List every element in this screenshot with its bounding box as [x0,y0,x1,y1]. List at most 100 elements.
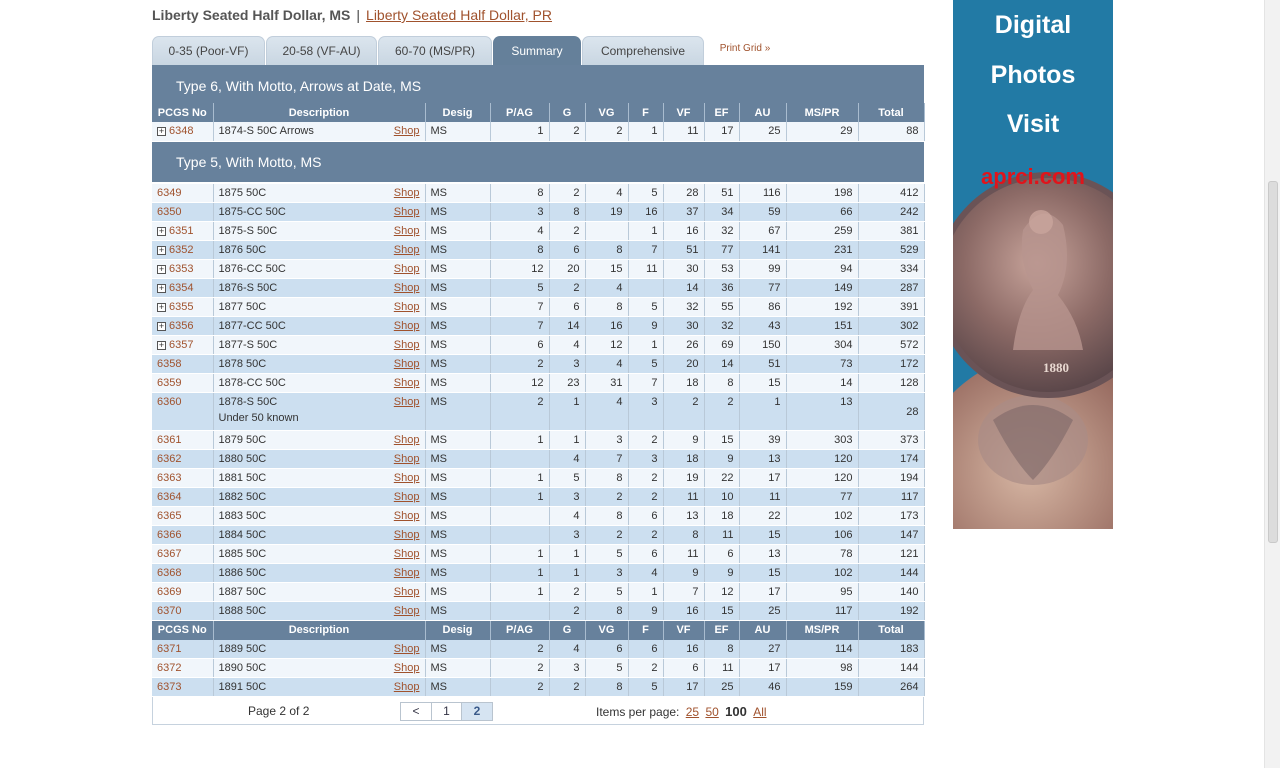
pcgs-number-link[interactable]: 6370 [157,605,181,617]
expand-icon[interactable]: + [157,302,166,312]
shop-link[interactable]: Shop [394,377,420,389]
pcgs-number-link[interactable]: 6372 [157,662,181,674]
pcgs-number-link[interactable]: 6358 [157,358,181,370]
shop-link[interactable]: Shop [394,472,420,484]
tab-ms-pr[interactable]: 60-70 (MS/PR) [378,36,492,65]
pcgs-number-link[interactable]: 6348 [169,125,193,137]
items-50-link[interactable]: 50 [705,705,718,719]
pcgs-number-cell[interactable]: 6373 [152,677,214,697]
pcgs-number-cell[interactable]: +6352 [152,240,214,260]
pcgs-number-link[interactable]: 6363 [157,472,181,484]
pcgs-number-cell[interactable]: 6359 [152,373,214,393]
pcgs-number-cell[interactable]: 6365 [152,506,214,526]
advertisement-banner[interactable]: Digital Photos Visit aprci.com 1880 [953,0,1113,529]
pcgs-number-cell[interactable]: +6353 [152,259,214,279]
pcgs-number-cell[interactable]: 6358 [152,354,214,374]
pcgs-number-cell[interactable]: +6356 [152,316,214,336]
pcgs-number-link[interactable]: 6366 [157,529,181,541]
pcgs-number-link[interactable]: 6350 [157,206,181,218]
vertical-scrollbar[interactable] [1264,0,1280,768]
pcgs-number-link[interactable]: 6353 [169,263,193,275]
expand-icon[interactable]: + [157,283,166,293]
pcgs-number-cell[interactable]: +6354 [152,278,214,298]
tab-comprehensive[interactable]: Comprehensive [582,36,704,65]
tab-summary[interactable]: Summary [493,36,581,65]
pcgs-number-link[interactable]: 6349 [157,187,181,199]
pcgs-number-link[interactable]: 6368 [157,567,181,579]
pcgs-number-link[interactable]: 6365 [157,510,181,522]
pcgs-number-cell[interactable]: +6357 [152,335,214,355]
shop-link[interactable]: Shop [394,206,420,218]
pcgs-number-cell[interactable]: 6360 [152,392,214,431]
shop-link[interactable]: Shop [394,187,420,199]
shop-link[interactable]: Shop [394,125,420,137]
proof-link[interactable]: Liberty Seated Half Dollar, PR [366,7,552,23]
shop-link[interactable]: Shop [394,453,420,465]
pcgs-number-cell[interactable]: +6355 [152,297,214,317]
prev-page-button[interactable]: < [400,702,432,721]
pcgs-number-link[interactable]: 6361 [157,434,181,446]
shop-link[interactable]: Shop [394,339,420,351]
pcgs-number-link[interactable]: 6357 [169,339,193,351]
pcgs-number-link[interactable]: 6373 [157,681,181,693]
page-1-button[interactable]: 1 [431,702,462,721]
shop-link[interactable]: Shop [394,548,420,560]
shop-link[interactable]: Shop [394,434,420,446]
pcgs-number-cell[interactable]: 6371 [152,639,214,659]
shop-link[interactable]: Shop [394,396,420,408]
pcgs-number-link[interactable]: 6362 [157,453,181,465]
shop-link[interactable]: Shop [394,510,420,522]
pcgs-number-cell[interactable]: 6349 [152,183,214,203]
pcgs-number-link[interactable]: 6364 [157,491,181,503]
pcgs-number-cell[interactable]: 6368 [152,563,214,583]
shop-link[interactable]: Shop [394,662,420,674]
shop-link[interactable]: Shop [394,225,420,237]
pcgs-number-cell[interactable]: +6351 [152,221,214,241]
pcgs-number-cell[interactable]: 6350 [152,202,214,222]
expand-icon[interactable]: + [157,321,166,331]
items-25-link[interactable]: 25 [686,705,699,719]
expand-icon[interactable]: + [157,264,166,274]
pcgs-number-link[interactable]: 6369 [157,586,181,598]
pcgs-number-link[interactable]: 6359 [157,377,181,389]
print-grid-link[interactable]: Print Grid » [707,36,783,65]
pcgs-number-link[interactable]: 6371 [157,643,181,655]
shop-link[interactable]: Shop [394,244,420,256]
shop-link[interactable]: Shop [394,491,420,503]
shop-link[interactable]: Shop [394,358,420,370]
items-all-link[interactable]: All [753,705,766,719]
pcgs-number-cell[interactable]: 6367 [152,544,214,564]
pcgs-number-link[interactable]: 6352 [169,244,193,256]
expand-icon[interactable]: + [157,126,166,136]
pcgs-number-cell[interactable]: 6362 [152,449,214,469]
pcgs-number-cell[interactable]: +6348 [152,122,214,142]
pcgs-number-cell[interactable]: 6372 [152,658,214,678]
shop-link[interactable]: Shop [394,586,420,598]
expand-icon[interactable]: + [157,340,166,350]
page-2-button[interactable]: 2 [461,702,493,721]
pcgs-number-link[interactable]: 6356 [169,320,193,332]
shop-link[interactable]: Shop [394,263,420,275]
pcgs-number-link[interactable]: 6355 [169,301,193,313]
shop-link[interactable]: Shop [394,320,420,332]
pcgs-number-cell[interactable]: 6369 [152,582,214,602]
shop-link[interactable]: Shop [394,605,420,617]
expand-icon[interactable]: + [157,245,166,255]
pcgs-number-cell[interactable]: 6370 [152,601,214,621]
tab-vf-au[interactable]: 20-58 (VF-AU) [266,36,377,65]
pcgs-number-cell[interactable]: 6361 [152,430,214,450]
shop-link[interactable]: Shop [394,529,420,541]
pcgs-number-link[interactable]: 6367 [157,548,181,560]
pcgs-number-link[interactable]: 6354 [169,282,193,294]
scrollbar-thumb[interactable] [1268,181,1278,543]
shop-link[interactable]: Shop [394,643,420,655]
pcgs-number-link[interactable]: 6360 [157,396,181,408]
shop-link[interactable]: Shop [394,681,420,693]
shop-link[interactable]: Shop [394,301,420,313]
shop-link[interactable]: Shop [394,282,420,294]
pcgs-number-cell[interactable]: 6364 [152,487,214,507]
expand-icon[interactable]: + [157,226,166,236]
shop-link[interactable]: Shop [394,567,420,579]
pcgs-number-cell[interactable]: 6363 [152,468,214,488]
pcgs-number-cell[interactable]: 6366 [152,525,214,545]
